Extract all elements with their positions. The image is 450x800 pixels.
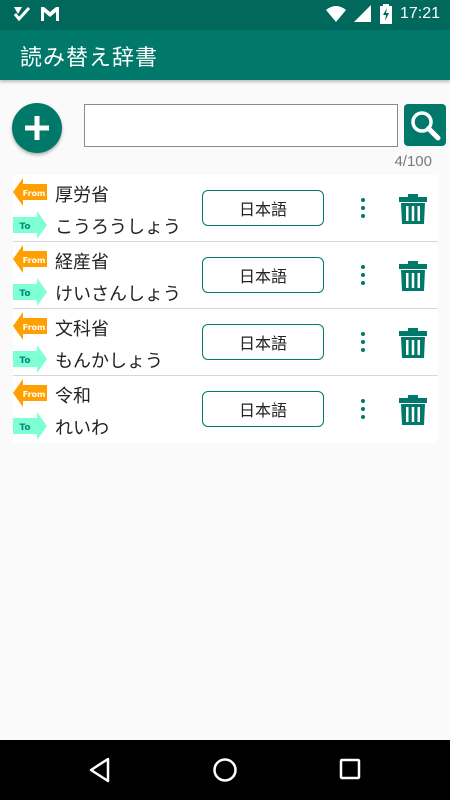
svg-text:To: To <box>19 423 30 433</box>
to-word: れいわ <box>55 418 109 439</box>
language-button[interactable]: 日本語 <box>202 257 324 293</box>
language-button[interactable]: 日本語 <box>202 391 324 427</box>
delete-icon[interactable] <box>397 261 429 291</box>
to-tag-icon: To <box>13 345 47 373</box>
status-bar: 17:21 <box>0 0 450 30</box>
search-button[interactable] <box>404 104 446 146</box>
svg-text:From: From <box>23 256 46 265</box>
dictionary-list: From To 厚労省 こうろうしょう 日本語 From To 経産省 けいさん… <box>13 175 438 443</box>
search-input[interactable] <box>84 104 398 147</box>
from-word: 経産省 <box>55 252 109 273</box>
clock: 17:21 <box>399 5 440 22</box>
from-word: 令和 <box>55 386 91 407</box>
navigation-bar <box>0 740 450 800</box>
svg-text:From: From <box>23 189 46 198</box>
battery-icon <box>379 4 392 24</box>
to-word: もんかしょう <box>55 351 163 372</box>
from-word: 文科省 <box>55 319 109 340</box>
recents-icon[interactable] <box>339 758 361 780</box>
to-tag-icon: To <box>13 278 47 306</box>
from-tag-icon: From <box>13 178 47 206</box>
svg-text:From: From <box>23 390 46 399</box>
list-item: From To 経産省 けいさんしょう 日本語 <box>13 242 438 309</box>
from-tag-icon: From <box>13 379 47 407</box>
delete-icon[interactable] <box>397 328 429 358</box>
gmail-icon <box>41 7 59 21</box>
svg-text:To: To <box>19 356 30 366</box>
svg-text:From: From <box>23 323 46 332</box>
wifi-icon <box>325 6 346 22</box>
language-button[interactable]: 日本語 <box>202 324 324 360</box>
add-entry-button[interactable] <box>12 103 62 153</box>
to-tag-icon: To <box>13 412 47 440</box>
from-word: 厚労省 <box>55 185 109 206</box>
more-options-icon[interactable] <box>353 396 373 424</box>
more-options-icon[interactable] <box>353 262 373 290</box>
entry-count: 4/100 <box>394 153 432 170</box>
back-icon[interactable] <box>88 757 112 783</box>
list-item: From To 厚労省 こうろうしょう 日本語 <box>13 175 438 242</box>
search-icon <box>411 111 441 141</box>
to-word: こうろうしょう <box>55 217 181 238</box>
signal-icon <box>353 5 371 22</box>
svg-text:To: To <box>19 222 30 232</box>
plus-icon <box>25 116 49 140</box>
to-tag-icon: To <box>13 211 47 239</box>
from-tag-icon: From <box>13 245 47 273</box>
notification-check-icon <box>13 6 31 22</box>
page-title: 読み替え辞書 <box>20 46 159 71</box>
list-item: From To 令和 れいわ 日本語 <box>13 376 438 443</box>
language-button[interactable]: 日本語 <box>202 190 324 226</box>
svg-text:To: To <box>19 289 30 299</box>
app-bar: 読み替え辞書 <box>0 30 450 80</box>
home-icon[interactable] <box>212 757 238 783</box>
from-tag-icon: From <box>13 312 47 340</box>
more-options-icon[interactable] <box>353 195 373 223</box>
more-options-icon[interactable] <box>353 329 373 357</box>
delete-icon[interactable] <box>397 395 429 425</box>
delete-icon[interactable] <box>397 194 429 224</box>
to-word: けいさんしょう <box>55 284 181 305</box>
list-item: From To 文科省 もんかしょう 日本語 <box>13 309 438 376</box>
